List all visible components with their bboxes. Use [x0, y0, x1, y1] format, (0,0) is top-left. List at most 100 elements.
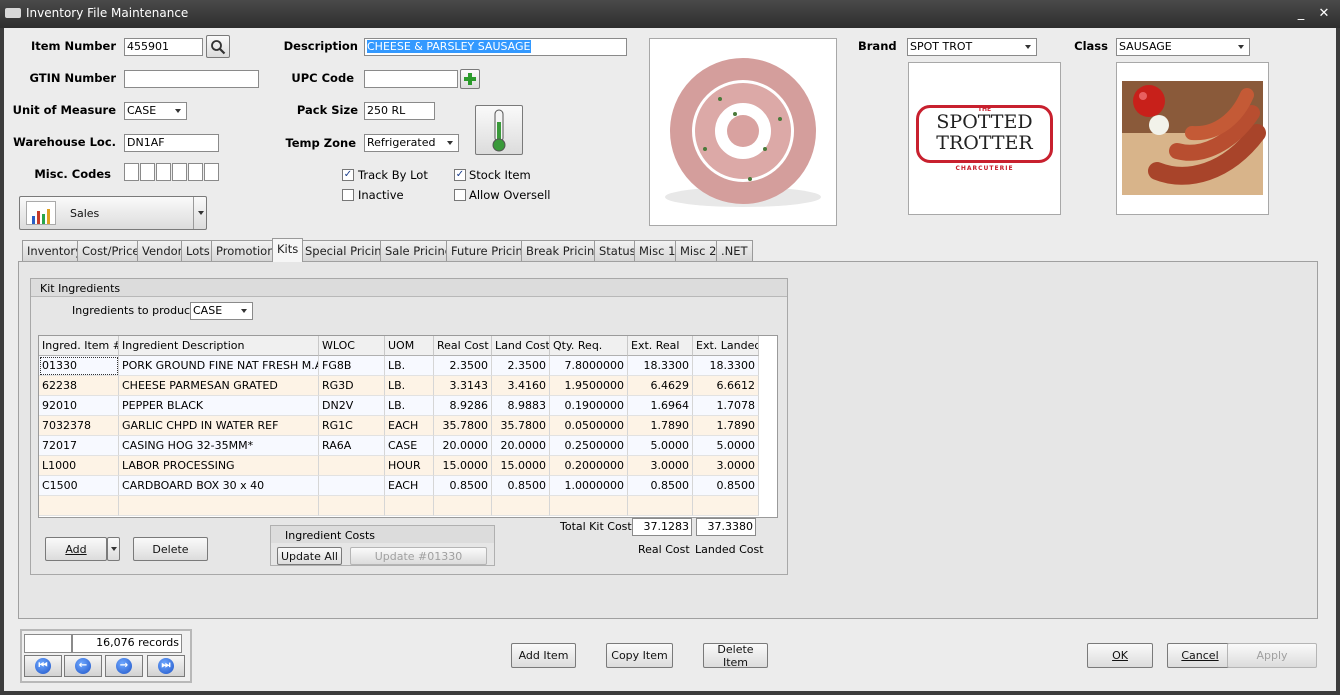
cell-land-cost[interactable]: 35.7800	[492, 416, 550, 436]
col-header-ext-landed[interactable]: Ext. Landed	[693, 336, 759, 356]
col-header-qty-req[interactable]: Qty. Req.	[550, 336, 628, 356]
misc-code-2[interactable]	[140, 163, 155, 181]
cancel-button[interactable]: Cancel	[1167, 643, 1233, 668]
product-image[interactable]	[649, 38, 837, 226]
table-row[interactable]: 72017 CASING HOG 32-35MM* RA6A CASE 20.0000 2…	[39, 436, 759, 456]
class-dropdown[interactable]: SAUSAGE	[1116, 38, 1250, 56]
tab-kits[interactable]: Kits	[272, 238, 304, 262]
brand-dropdown[interactable]: SPOT TROT	[907, 38, 1037, 56]
tab-vendor[interactable]: Vendor	[137, 240, 188, 261]
misc-code-4[interactable]	[172, 163, 187, 181]
add-ingredient-button[interactable]: Add	[45, 537, 107, 561]
inactive-checkbox[interactable]	[342, 189, 354, 201]
allow-oversell-checkbox[interactable]	[454, 189, 466, 201]
cell-qty-req[interactable]: 0.1900000	[550, 396, 628, 416]
cell-item[interactable]: 72017	[39, 436, 119, 456]
cell-qty-req[interactable]: 7.8000000	[550, 356, 628, 376]
cell-wloc[interactable]: RG1C	[319, 416, 385, 436]
cell-item[interactable]: 62238	[39, 376, 119, 396]
cell-ext-real[interactable]: 6.4629	[628, 376, 693, 396]
table-row[interactable]: C1500 CARDBOARD BOX 30 x 40 EACH 0.8500 0.85…	[39, 476, 759, 496]
col-header-ext-real[interactable]: Ext. Real	[628, 336, 693, 356]
cell-description[interactable]: CARDBOARD BOX 30 x 40	[119, 476, 319, 496]
copy-item-button[interactable]: Copy Item	[606, 643, 673, 668]
cell-description[interactable]	[119, 496, 319, 516]
class-image[interactable]	[1116, 62, 1269, 215]
misc-code-5[interactable]	[188, 163, 203, 181]
col-header-item[interactable]: Ingred. Item #	[39, 336, 119, 356]
col-header-uom[interactable]: UOM	[385, 336, 434, 356]
first-record-button[interactable]: ⏮	[24, 655, 62, 677]
cell-wloc[interactable]: RG3D	[319, 376, 385, 396]
cell-ext-landed[interactable]	[693, 496, 759, 516]
misc-code-1[interactable]	[124, 163, 139, 181]
cell-land-cost[interactable]: 8.9883	[492, 396, 550, 416]
misc-code-3[interactable]	[156, 163, 171, 181]
cell-ext-real[interactable]: 1.6964	[628, 396, 693, 416]
cell-land-cost[interactable]: 3.4160	[492, 376, 550, 396]
cell-item[interactable]: C1500	[39, 476, 119, 496]
stock-item-checkbox[interactable]: ✓	[454, 169, 466, 181]
tab-misc-1[interactable]: Misc 1	[634, 240, 681, 261]
cell-real-cost[interactable]: 0.8500	[434, 476, 492, 496]
cell-ext-landed[interactable]: 0.8500	[693, 476, 759, 496]
cell-ext-landed[interactable]: 6.6612	[693, 376, 759, 396]
produce-dropdown[interactable]: CASE	[190, 302, 253, 320]
cell-item[interactable]: 7032378	[39, 416, 119, 436]
cell-ext-real[interactable]: 1.7890	[628, 416, 693, 436]
cell-qty-req[interactable]: 1.0000000	[550, 476, 628, 496]
cell-uom[interactable]: EACH	[385, 416, 434, 436]
apply-button[interactable]: Apply	[1227, 643, 1317, 668]
cell-uom[interactable]: LB.	[385, 356, 434, 376]
col-header-wloc[interactable]: WLOC	[319, 336, 385, 356]
cell-qty-req[interactable]: 1.9500000	[550, 376, 628, 396]
add-ingredient-menu-button[interactable]	[107, 537, 120, 561]
delete-item-button[interactable]: Delete Item	[703, 643, 768, 669]
misc-code-6[interactable]	[204, 163, 219, 181]
uom-dropdown[interactable]: CASE	[124, 102, 187, 120]
close-button[interactable]: ✕	[1313, 5, 1335, 23]
cell-uom[interactable]: LB.	[385, 396, 434, 416]
warehouse-field[interactable]: DN1AF	[124, 134, 219, 152]
col-header-description[interactable]: Ingredient Description	[119, 336, 319, 356]
cell-wloc[interactable]: FG8B	[319, 356, 385, 376]
record-position-field[interactable]	[24, 634, 72, 653]
cell-item[interactable]: L1000	[39, 456, 119, 476]
cell-description[interactable]: LABOR PROCESSING	[119, 456, 319, 476]
cell-ext-landed[interactable]: 3.0000	[693, 456, 759, 476]
next-record-button[interactable]: →	[105, 655, 143, 677]
update-selected-button[interactable]: Update #01330	[350, 547, 487, 565]
cell-ext-real[interactable]: 3.0000	[628, 456, 693, 476]
track-by-lot-checkbox[interactable]: ✓	[342, 169, 354, 181]
cell-real-cost[interactable]: 20.0000	[434, 436, 492, 456]
update-all-button[interactable]: Update All	[277, 547, 342, 565]
description-field[interactable]: CHEESE & PARSLEY SAUSAGE	[364, 38, 627, 56]
tab-misc-2[interactable]: Misc 2	[675, 240, 722, 261]
cell-uom[interactable]: CASE	[385, 436, 434, 456]
module-selector[interactable]: Sales	[19, 196, 207, 230]
cell-qty-req[interactable]	[550, 496, 628, 516]
add-item-button[interactable]: Add Item	[511, 643, 576, 668]
col-header-land-cost[interactable]: Land Cost	[492, 336, 550, 356]
cell-real-cost[interactable]	[434, 496, 492, 516]
kit-ingredients-table[interactable]: Ingred. Item # Ingredient Description WL…	[38, 335, 778, 518]
ok-button[interactable]: OK	[1087, 643, 1153, 668]
cell-land-cost[interactable]: 0.8500	[492, 476, 550, 496]
cell-qty-req[interactable]: 0.2000000	[550, 456, 628, 476]
module-dropdown-button[interactable]	[193, 197, 207, 229]
cell-uom[interactable]: EACH	[385, 476, 434, 496]
tab-lots[interactable]: Lots	[181, 240, 215, 261]
cell-ext-landed[interactable]: 5.0000	[693, 436, 759, 456]
cell-ext-landed[interactable]: 1.7890	[693, 416, 759, 436]
cell-ext-landed[interactable]: 18.3300	[693, 356, 759, 376]
cell-ext-real[interactable]: 18.3300	[628, 356, 693, 376]
search-button[interactable]	[206, 35, 230, 58]
delete-ingredient-button[interactable]: Delete	[133, 537, 208, 561]
cell-description[interactable]: PORK GROUND FINE NAT FRESH M.A.P*	[119, 356, 319, 376]
cell-real-cost[interactable]: 8.9286	[434, 396, 492, 416]
table-row[interactable]	[39, 496, 759, 516]
table-row[interactable]: 01330 PORK GROUND FINE NAT FRESH M.A.P* FG…	[39, 356, 759, 376]
add-upc-button[interactable]	[460, 69, 480, 89]
cell-uom[interactable]	[385, 496, 434, 516]
cell-wloc[interactable]	[319, 456, 385, 476]
